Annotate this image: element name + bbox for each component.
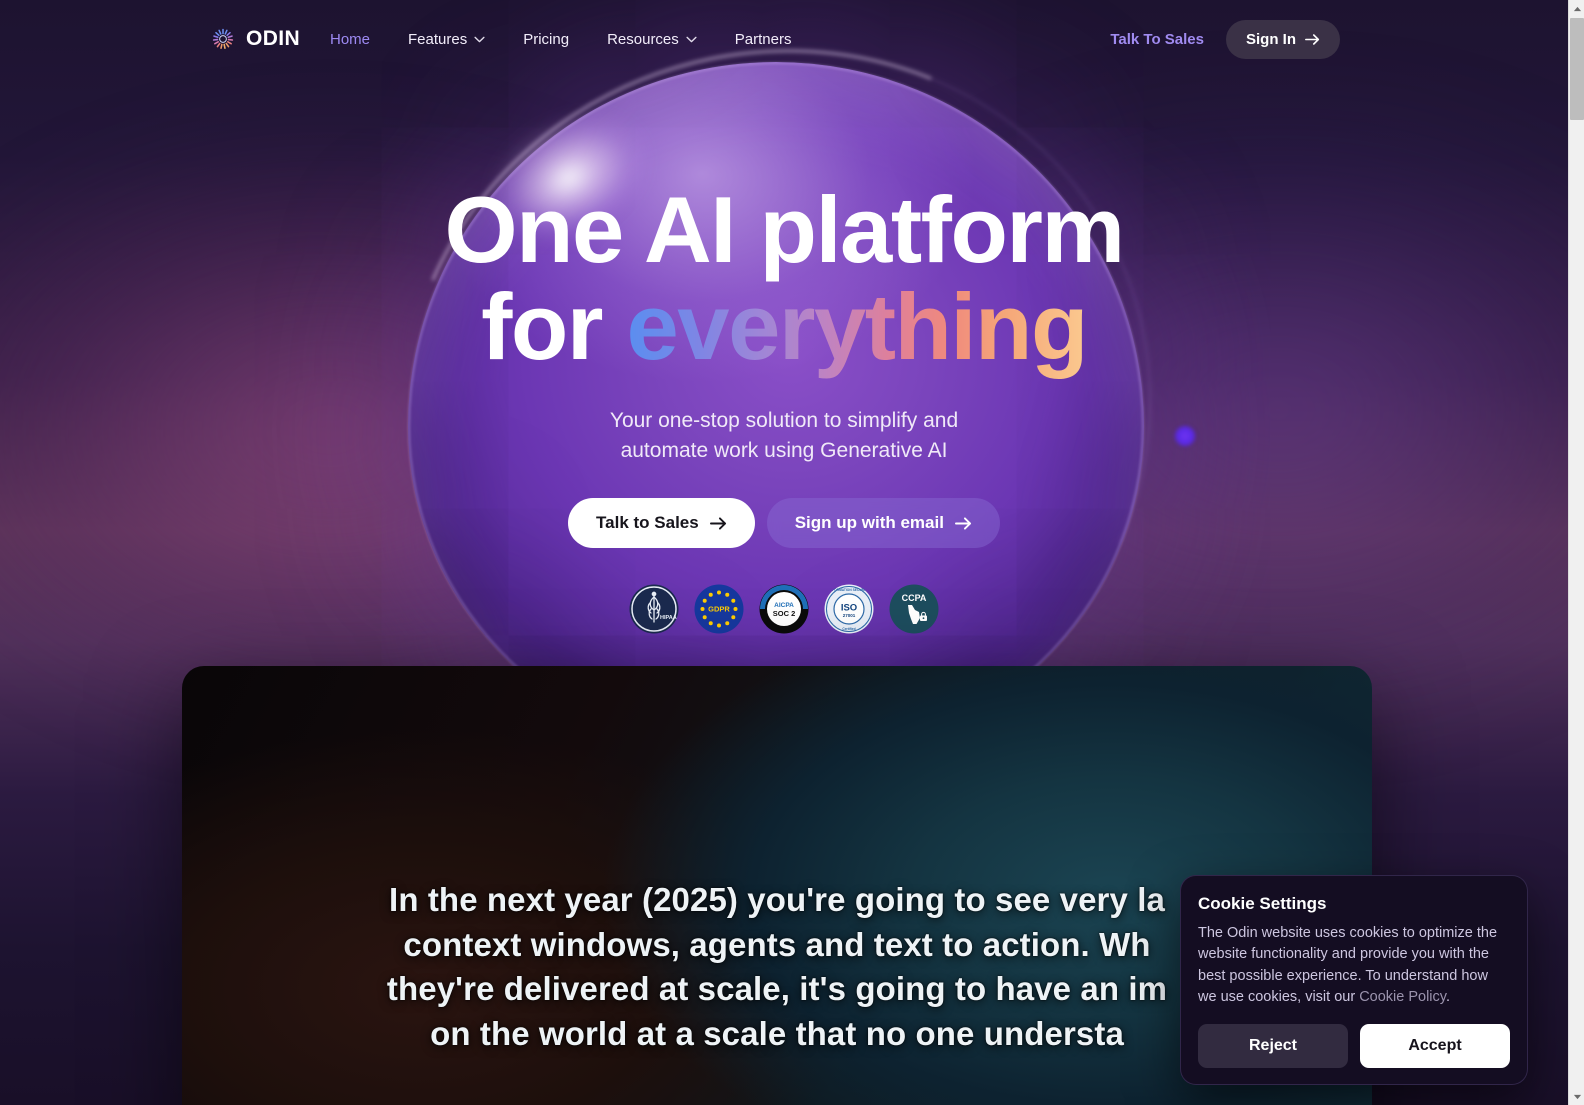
arrow-right-icon [709, 517, 726, 530]
nav-link-pricing-label: Pricing [523, 30, 570, 48]
cookie-policy-link[interactable]: Cookie Policy [1359, 989, 1446, 1005]
video-caption-line4: on the world at a scale that no one unde… [430, 1014, 1124, 1052]
iso-27001-badge-icon[interactable]: ISO 27001 INFORMATION SECURITY Certified [824, 584, 874, 634]
talk-to-sales-button[interactable]: Talk to Sales [568, 498, 755, 549]
brand-name: ODIN [246, 27, 301, 50]
purple-glow-dot-icon [1174, 425, 1196, 447]
nav-link-home[interactable]: Home [330, 31, 370, 48]
talk-to-sales-button-label: Talk to Sales [596, 513, 699, 533]
arrow-right-icon [954, 517, 972, 530]
brand-logo-link[interactable]: ODIN [210, 26, 300, 52]
svg-text:Certified: Certified [842, 627, 855, 631]
hero-subtitle-line1: Your one-stop solution to simplify and [609, 408, 959, 432]
cookie-settings-title: Cookie Settings [1198, 894, 1327, 913]
hero-title-line2-prefix: for [481, 273, 627, 379]
hero-subtitle-line2: automate work using Generative AI [620, 438, 948, 462]
nav-link-resources-label: Resources [607, 30, 679, 48]
sign-up-with-email-button-label: Sign up with email [794, 513, 944, 533]
scrollbar-thumb[interactable] [1570, 18, 1584, 120]
nav-link-partners[interactable]: Partners [735, 31, 792, 48]
svg-text:INFORMATION SECURITY: INFORMATION SECURITY [829, 588, 870, 592]
odin-radial-logo-icon [212, 28, 234, 49]
chevron-down-icon [686, 36, 697, 42]
video-caption-line2: context windows, agents and text to acti… [403, 925, 1151, 963]
svg-text:SOC 2: SOC 2 [773, 609, 796, 618]
svg-text:27001: 27001 [843, 613, 856, 618]
hero-orb-specular-highlight [465, 85, 673, 271]
hipaa-badge-icon[interactable]: HIPAA [629, 584, 679, 634]
cookie-dialog-actions: Reject Accept [1198, 1024, 1510, 1069]
talk-to-sales-link[interactable]: Talk To Sales [1110, 31, 1204, 48]
svg-text:AICPA: AICPA [774, 602, 794, 609]
hero-title-line1: One AI platform [444, 177, 1125, 282]
nav-actions: Talk To Sales Sign In [1110, 19, 1340, 59]
cookie-body-tail: . [1445, 988, 1450, 1005]
nav-link-features-label: Features [408, 30, 468, 48]
hero-title-line2: for everything [0, 278, 1568, 376]
nav-link-partners-label: Partners [734, 30, 792, 48]
sign-in-button[interactable]: Sign In [1226, 19, 1340, 59]
sign-in-label: Sign In [1246, 30, 1296, 48]
arrow-right-icon [1305, 33, 1320, 45]
scrollbar-down-arrow-button[interactable] [1569, 1088, 1584, 1105]
video-caption-line3: they're delivered at scale, it's going t… [386, 970, 1168, 1008]
hero-glow-left [0, 120, 780, 740]
chevron-down-icon [1573, 1094, 1581, 1099]
page-scrollbar[interactable] [1568, 0, 1584, 1105]
sign-up-with-email-button[interactable]: Sign up with email [766, 498, 1000, 549]
compliance-badge-row: HIPAA GDPR AICPA SOC 2 ISO 27001 INFORMA… [0, 584, 1568, 634]
chevron-up-icon [1573, 6, 1581, 11]
site-navbar: ODIN Home Features Pricing Resources Par… [0, 0, 1568, 78]
cookie-accept-button[interactable]: Accept [1360, 1024, 1510, 1069]
hero-title-gradient-word: everything [626, 273, 1089, 379]
nav-link-home-label: Home [330, 30, 371, 48]
svg-text:HIPAA: HIPAA [660, 615, 677, 621]
hero-section: One AI platform for everything Your one-… [0, 0, 1568, 634]
hero-cta-group: Talk to Sales Sign up with email [0, 498, 1568, 549]
hero-subtitle: Your one-stop solution to simplify and a… [0, 406, 1568, 466]
aicpa-soc2-badge-icon[interactable]: AICPA SOC 2 [759, 584, 809, 634]
gdpr-badge-icon[interactable]: GDPR [694, 584, 744, 634]
ccpa-badge-icon[interactable]: CCPA [889, 584, 939, 634]
cookie-settings-body: The Odin website uses cookies to optimiz… [1198, 923, 1510, 1008]
cookie-settings-dialog: Cookie Settings The Odin website uses co… [1180, 875, 1528, 1086]
hero-orb-graphic [408, 62, 1144, 762]
svg-text:ISO: ISO [841, 603, 857, 614]
svg-text:CCPA: CCPA [902, 593, 927, 603]
browser-viewport: ODIN Home Features Pricing Resources Par… [0, 0, 1568, 1105]
hero-orb-rim [408, 62, 1144, 762]
nav-link-resources[interactable]: Resources [607, 31, 697, 48]
page-title: One AI platform for everything [0, 181, 1568, 376]
cookie-body-text: The Odin website uses cookies to optimiz… [1198, 925, 1498, 1005]
cookie-reject-button[interactable]: Reject [1198, 1024, 1348, 1069]
video-caption-line1: In the next year (2025) you're going to … [389, 881, 1165, 918]
nav-link-features[interactable]: Features [408, 31, 485, 48]
nav-links: Home Features Pricing Resources Partners [330, 31, 791, 48]
chevron-down-icon [474, 36, 485, 42]
nav-link-pricing[interactable]: Pricing [523, 31, 569, 48]
scrollbar-up-arrow-button[interactable] [1569, 0, 1584, 17]
svg-text:GDPR: GDPR [708, 605, 730, 614]
